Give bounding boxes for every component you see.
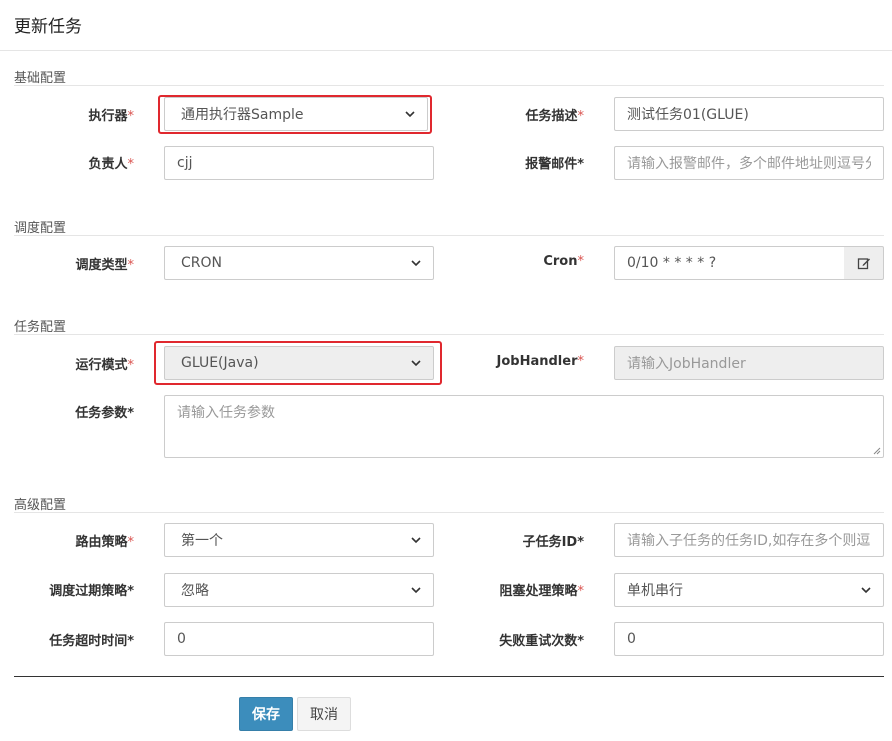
job-handler-label: JobHandler* [496,354,585,369]
section-basic: 基础配置 [14,67,884,86]
glue-type-label: 运行模式* [75,358,135,373]
section-task-title: 任务配置 [14,320,67,335]
cron-input[interactable]: 0/10 * * * * ? [614,246,845,280]
section-task-divider [14,334,884,335]
job-desc-input[interactable]: 测试任务01(GLUE) [614,97,884,131]
route-strategy-select[interactable]: 第一个 [164,523,434,557]
modal-title: 更新任务 [14,17,82,37]
section-schedule-divider [14,235,884,236]
header-divider [0,50,892,51]
chevron-down-icon [411,537,421,544]
required-star: * [577,584,585,599]
fail-retry-input[interactable]: 0 [614,622,884,656]
job-param-textarea[interactable]: 请输入任务参数 [164,395,884,458]
required-star: * [127,358,135,373]
cancel-button[interactable]: 取消 [297,697,351,731]
section-basic-title: 基础配置 [14,71,67,86]
required-star: * [577,354,585,369]
misfire-strategy-select[interactable]: 忽略 [164,573,434,607]
block-strategy-label: 阻塞处理策略* [499,584,585,599]
required-star: * [127,157,135,172]
cron-edit-button[interactable] [844,246,884,280]
author-input[interactable]: cjj [164,146,434,180]
section-schedule: 调度配置 [14,217,884,236]
timeout-input[interactable]: 0 [164,622,434,656]
chevron-down-icon [861,587,871,594]
fail-retry-label: 失败重试次数* [499,634,584,649]
job-param-label: 任务参数* [75,406,134,421]
required-star: * [577,254,585,269]
job-handler-input[interactable]: 请输入JobHandler [614,346,884,380]
cron-label: Cron* [543,254,584,269]
section-advanced: 高级配置 [14,494,884,513]
required-star: * [127,109,135,124]
executor-highlight-box [158,95,432,134]
footer-divider [14,676,884,677]
timeout-label: 任务超时时间* [49,634,134,649]
required-star: * [577,109,585,124]
schedule-type-label: 调度类型* [75,258,135,273]
section-basic-divider [14,85,884,86]
section-schedule-title: 调度配置 [14,221,67,236]
author-label: 负责人* [88,157,135,172]
executor-label: 执行器* [88,109,135,124]
child-job-id-label: 子任务ID* [522,535,584,550]
chevron-down-icon [411,587,421,594]
schedule-type-select[interactable]: CRON [164,246,434,280]
misfire-strategy-label: 调度过期策略* [49,584,134,599]
section-advanced-title: 高级配置 [14,498,67,513]
section-advanced-divider [14,512,884,513]
alarm-email-input[interactable]: 请输入报警邮件，多个邮件地址则逗号分 [614,146,884,180]
job-desc-label: 任务描述* [525,109,585,124]
block-strategy-select[interactable]: 单机串行 [614,573,884,607]
required-star: * [127,535,135,550]
save-button[interactable]: 保存 [239,697,293,731]
required-star: * [127,258,135,273]
chevron-down-icon [411,260,421,267]
section-task: 任务配置 [14,316,884,335]
resize-grip-icon[interactable] [873,447,881,455]
glue-type-highlight-box [154,341,442,385]
child-job-id-input[interactable]: 请输入子任务的任务ID,如存在多个则逗 [614,523,884,557]
alarm-email-label: 报警邮件* [525,157,584,172]
route-strategy-label: 路由策略* [75,535,135,550]
edit-icon [857,258,870,270]
